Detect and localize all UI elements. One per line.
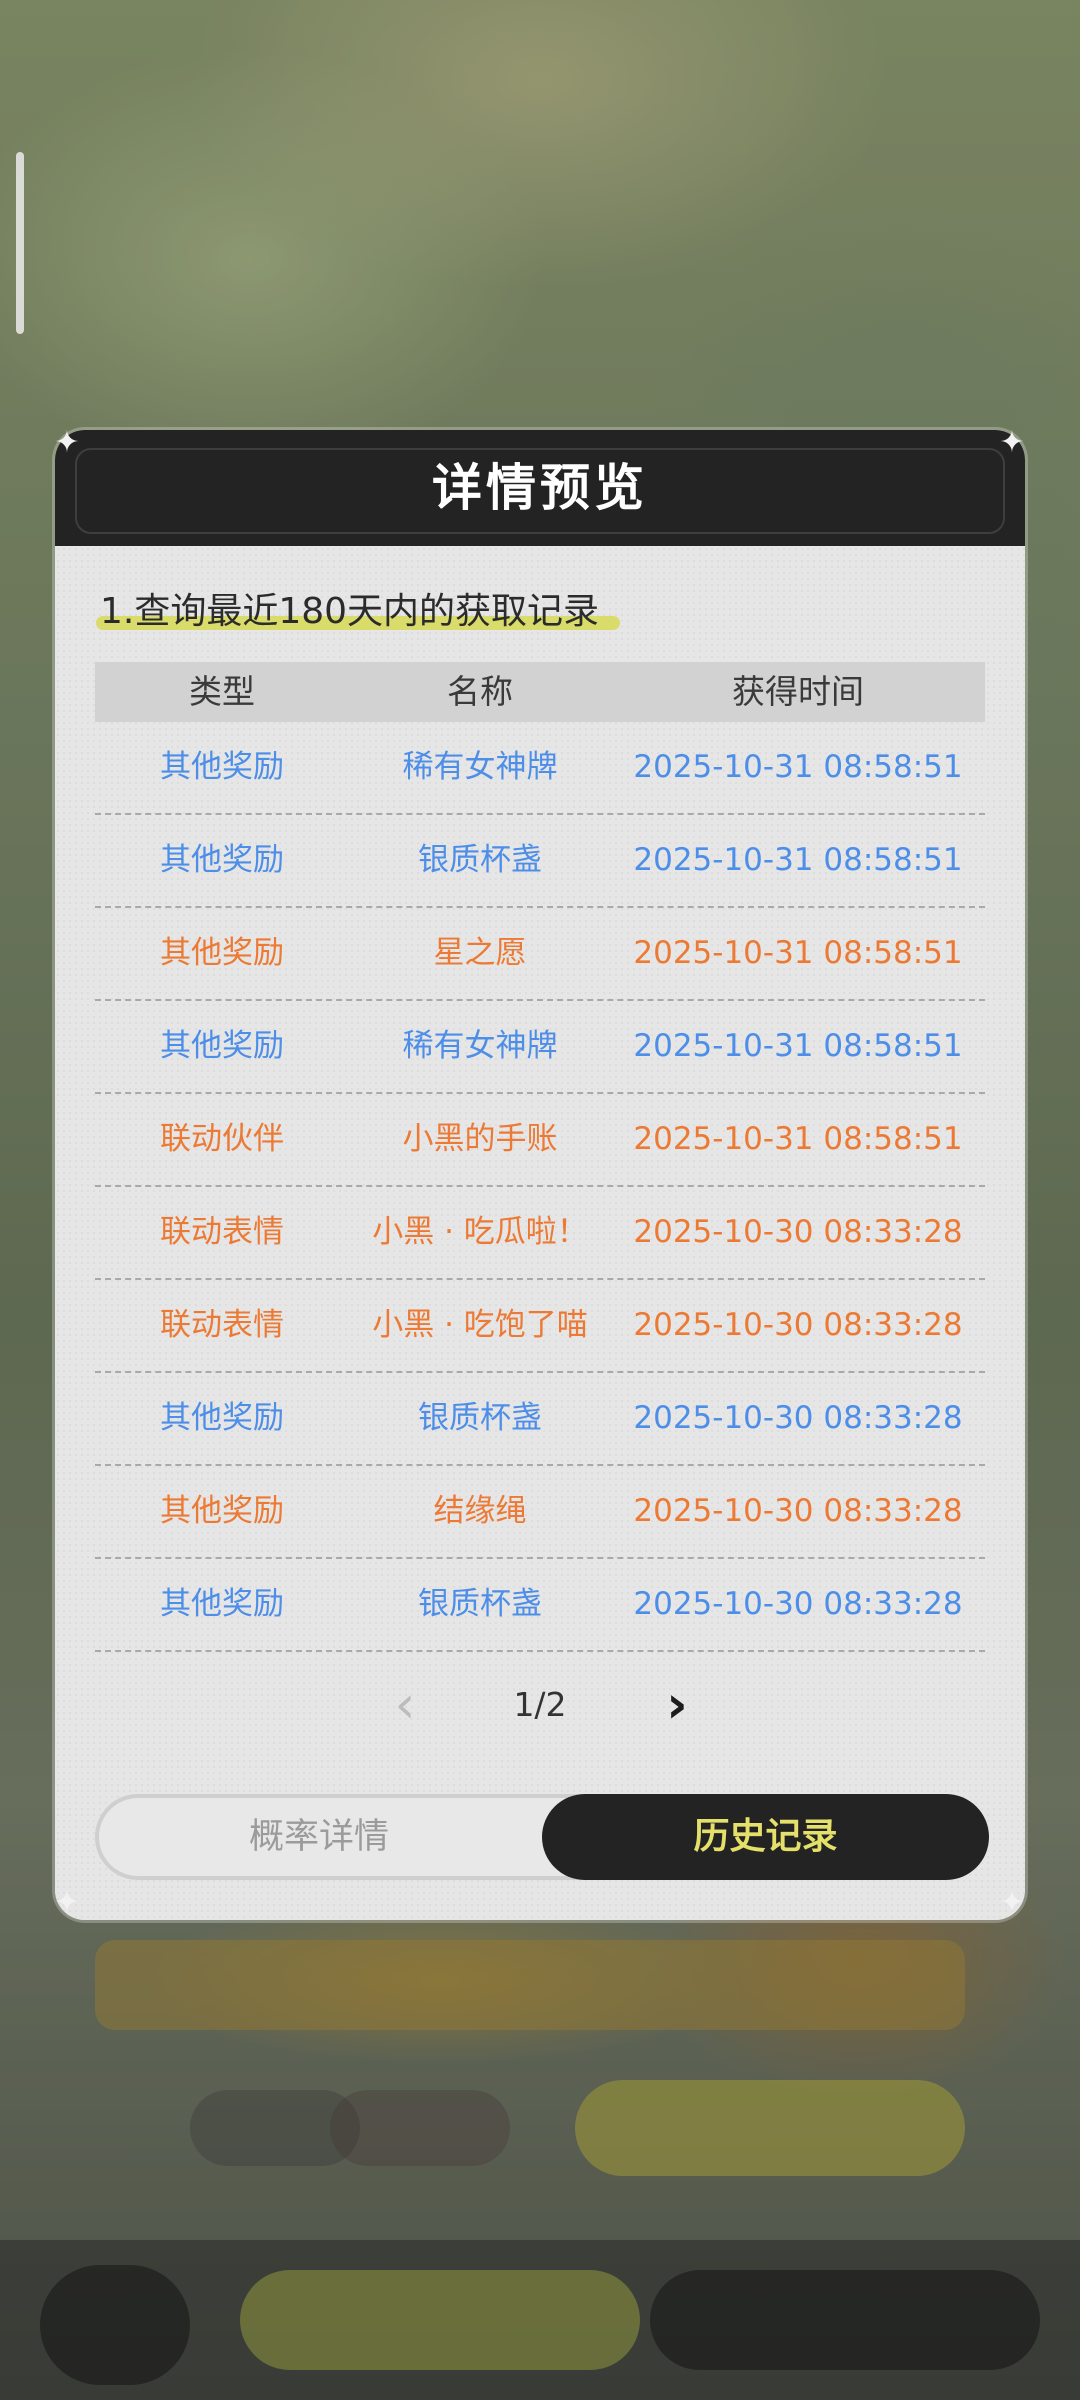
corner-ornament-icon: ✦ [999, 425, 1025, 460]
row-type: 其他奖励 [160, 1400, 284, 1436]
table-row: 其他奖励 银质杯盏 2025-10-30 08:33:28 [95, 1559, 985, 1652]
row-name: 稀有女神牌 [402, 749, 558, 785]
corner-ornament-icon: ✦ [54, 425, 80, 460]
chevron-left-icon[interactable]: ‹ [380, 1678, 430, 1732]
row-time: 2025-10-31 08:58:51 [633, 842, 963, 878]
row-name: 星之愿 [433, 935, 527, 971]
row-time: 2025-10-30 08:33:28 [633, 1214, 963, 1250]
pagination: ‹ 1/2 › [0, 1660, 1080, 1750]
row-name: 小黑 · 吃瓜啦！ [372, 1214, 588, 1250]
tab-probability-details[interactable]: 概率详情 [99, 1798, 539, 1876]
row-time: 2025-10-30 08:33:28 [633, 1586, 963, 1622]
row-name: 银质杯盏 [418, 1400, 542, 1436]
modal-title: 详情预览 [432, 459, 648, 517]
row-time: 2025-10-30 08:33:28 [633, 1493, 963, 1529]
row-type: 联动表情 [160, 1307, 284, 1343]
table-row: 其他奖励 稀有女神牌 2025-10-31 08:58:51 [95, 1001, 985, 1094]
table-row: 其他奖励 星之愿 2025-10-31 08:58:51 [95, 908, 985, 1001]
row-name: 小黑 · 吃饱了喵 [372, 1307, 588, 1343]
row-type: 其他奖励 [160, 935, 284, 971]
row-type: 其他奖励 [160, 1586, 284, 1622]
table-row: 联动表情 小黑 · 吃饱了喵 2025-10-30 08:33:28 [95, 1280, 985, 1373]
table-row: 其他奖励 银质杯盏 2025-10-30 08:33:28 [95, 1373, 985, 1466]
row-name: 结缘绳 [433, 1493, 527, 1529]
page-indicator: 1/2 [513, 1685, 567, 1724]
row-time: 2025-10-31 08:58:51 [633, 1121, 963, 1157]
row-type: 其他奖励 [160, 749, 284, 785]
query-title: 1.查询最近180天内的获取记录 [100, 591, 600, 632]
table-row: 其他奖励 银质杯盏 2025-10-31 08:58:51 [95, 815, 985, 908]
row-type: 其他奖励 [160, 842, 284, 878]
tab-toggle: 概率详情 历史记录 [95, 1794, 989, 1880]
row-name: 银质杯盏 [418, 842, 542, 878]
row-name: 银质杯盏 [418, 1586, 542, 1622]
row-type: 其他奖励 [160, 1493, 284, 1529]
row-name: 小黑的手账 [402, 1121, 558, 1157]
row-time: 2025-10-31 08:58:51 [633, 749, 963, 785]
row-name: 稀有女神牌 [402, 1028, 558, 1064]
header-type: 类型 [189, 672, 255, 711]
row-time: 2025-10-30 08:33:28 [633, 1307, 963, 1343]
table-row: 其他奖励 结缘绳 2025-10-30 08:33:28 [95, 1466, 985, 1559]
modal-header: 详情预览 [55, 430, 1025, 546]
header-time: 获得时间 [732, 672, 864, 711]
row-type: 其他奖励 [160, 1028, 284, 1064]
row-type: 联动伙伴 [160, 1121, 284, 1157]
header-name: 名称 [447, 672, 513, 711]
table-row: 联动伙伴 小黑的手账 2025-10-31 08:58:51 [95, 1094, 985, 1187]
history-table: 其他奖励 稀有女神牌 2025-10-31 08:58:51 其他奖励 银质杯盏… [95, 722, 985, 1652]
row-time: 2025-10-31 08:58:51 [633, 1028, 963, 1064]
chevron-right-icon[interactable]: › [652, 1678, 702, 1732]
table-row: 联动表情 小黑 · 吃瓜啦！ 2025-10-30 08:33:28 [95, 1187, 985, 1280]
corner-ornament-icon: ✦ [999, 1885, 1025, 1920]
tab-history[interactable]: 历史记录 [542, 1794, 989, 1880]
row-type: 联动表情 [160, 1214, 284, 1250]
row-time: 2025-10-30 08:33:28 [633, 1400, 963, 1436]
corner-ornament-icon: ✦ [54, 1885, 80, 1920]
scrollbar[interactable] [16, 152, 24, 334]
table-row: 其他奖励 稀有女神牌 2025-10-31 08:58:51 [95, 722, 985, 815]
table-header: 类型 名称 获得时间 [95, 662, 985, 722]
row-time: 2025-10-31 08:58:51 [633, 935, 963, 971]
